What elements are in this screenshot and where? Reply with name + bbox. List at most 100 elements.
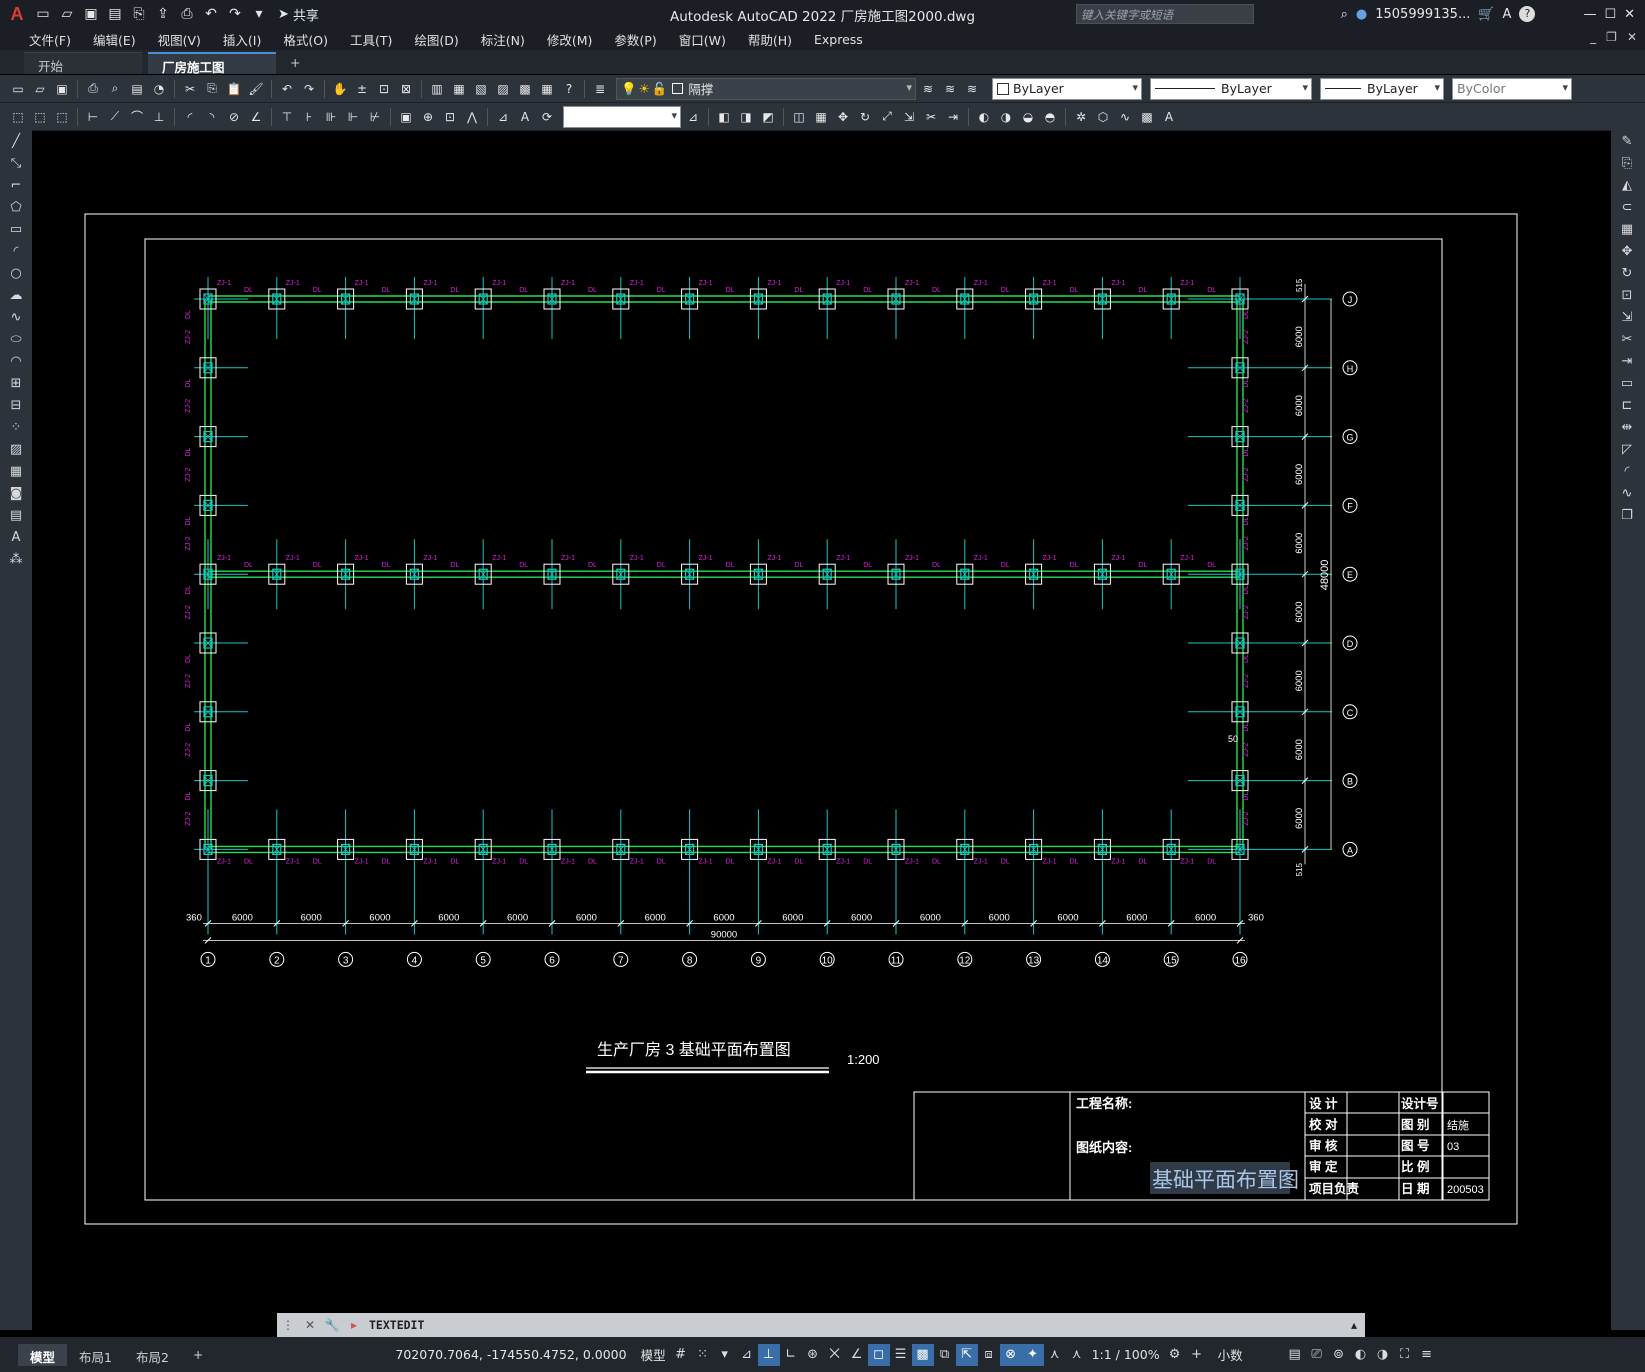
- extend-icon[interactable]: ⇥: [1611, 350, 1643, 372]
- zoom-window-icon[interactable]: ⊡: [374, 79, 394, 99]
- user-icon[interactable]: ●: [1356, 7, 1367, 22]
- search-input[interactable]: 键入关键字或短语: [1076, 4, 1254, 24]
- edit-hatch-icon[interactable]: ▩: [1137, 107, 1157, 127]
- point-icon[interactable]: ⁘: [0, 416, 32, 438]
- make-block-icon[interactable]: ⊟: [0, 394, 32, 416]
- dim-style-dropdown[interactable]: [563, 105, 681, 128]
- model-space-toggle[interactable]: 模型: [637, 1345, 670, 1364]
- selection-cycling-icon[interactable]: ⧉: [934, 1344, 956, 1366]
- dynamic-ucs-icon[interactable]: ⧈: [978, 1344, 1000, 1366]
- dim-arc-icon[interactable]: ⌒: [127, 107, 147, 127]
- join-icon[interactable]: ◑: [996, 107, 1016, 127]
- qnew-icon[interactable]: ▭: [8, 79, 28, 99]
- explode-icon[interactable]: ❐: [1611, 504, 1643, 526]
- command-text[interactable]: TEXTEDIT: [369, 1318, 424, 1332]
- dim-jogged-icon[interactable]: ◝: [202, 107, 222, 127]
- revision-cloud-icon[interactable]: ☁: [0, 284, 32, 306]
- user-name[interactable]: 1505999135...: [1375, 7, 1470, 22]
- doc-minimize-icon[interactable]: _: [1590, 30, 1596, 44]
- search-icon[interactable]: ⌕: [1341, 7, 1348, 22]
- ellipse-arc-icon[interactable]: ◠: [0, 350, 32, 372]
- tab-start[interactable]: 开始: [24, 52, 142, 74]
- auto-scale-icon[interactable]: ⋏: [1066, 1344, 1088, 1366]
- calculator-icon[interactable]: ▦: [537, 79, 557, 99]
- plotstyle-dropdown[interactable]: ByColor: [1452, 77, 1572, 100]
- break-icon[interactable]: ◐: [974, 107, 994, 127]
- scale-icon[interactable]: ⊡: [1611, 284, 1643, 306]
- new-file-icon[interactable]: ▭: [32, 3, 54, 25]
- rectangle-icon[interactable]: ▭: [0, 218, 32, 240]
- spline-icon[interactable]: ∿: [0, 306, 32, 328]
- fillet-icon[interactable]: ◜: [1611, 460, 1643, 482]
- isolate-objects-icon[interactable]: ⊚: [1328, 1344, 1350, 1366]
- array-icon[interactable]: ▦: [1611, 218, 1643, 240]
- ortho-icon[interactable]: ∟: [780, 1344, 802, 1366]
- dim-text-edit-icon[interactable]: A: [515, 107, 535, 127]
- dim-diameter-icon[interactable]: ⊘: [224, 107, 244, 127]
- copy-object-icon[interactable]: ◨: [736, 107, 756, 127]
- autodesk-a360-icon[interactable]: A: [1503, 7, 1512, 22]
- edit-polyline-icon[interactable]: ⬡: [1093, 107, 1113, 127]
- menu-file[interactable]: 文件(F): [18, 30, 82, 49]
- customize-icon[interactable]: 🔧: [321, 1318, 343, 1332]
- menu-view[interactable]: 视图(V): [147, 30, 212, 49]
- menu-dimension[interactable]: 标注(N): [470, 30, 536, 49]
- tab-layout2[interactable]: 布局2: [124, 1344, 181, 1366]
- design-center-icon[interactable]: ▦: [449, 79, 469, 99]
- share-button[interactable]: ➤ 共享: [278, 5, 319, 24]
- lock-ui-icon[interactable]: ⎚: [1306, 1344, 1328, 1366]
- layer-properties-icon[interactable]: ≣: [590, 79, 610, 99]
- match-properties-icon[interactable]: 🖌: [246, 79, 266, 99]
- isodraft-icon[interactable]: ⨉: [824, 1344, 846, 1366]
- layer-previous-icon[interactable]: ≋: [940, 79, 960, 99]
- mirror-icon[interactable]: ◭: [1611, 174, 1643, 196]
- extend-icon[interactable]: ⇥: [943, 107, 963, 127]
- add-layout-button[interactable]: +: [181, 1344, 215, 1366]
- help-icon[interactable]: ?: [559, 79, 579, 99]
- grid-icon[interactable]: #: [670, 1344, 692, 1366]
- redo-icon[interactable]: ↷: [224, 3, 246, 25]
- edit-text-icon[interactable]: A: [1159, 107, 1179, 127]
- tab-model[interactable]: 模型: [18, 1343, 68, 1366]
- quick-dim-icon[interactable]: ⊤: [277, 107, 297, 127]
- 3d-dwf-icon[interactable]: ◔: [149, 79, 169, 99]
- hatch-icon[interactable]: ▨: [0, 438, 32, 460]
- region-icon[interactable]: ◙: [0, 482, 32, 504]
- dim-linear-icon[interactable]: ⊢: [83, 107, 103, 127]
- dim-radius-icon[interactable]: ◜: [180, 107, 200, 127]
- annotation-monitor-icon[interactable]: +: [1186, 1344, 1208, 1366]
- open-file-icon[interactable]: ▱: [56, 3, 78, 25]
- menu-draw[interactable]: 绘图(D): [403, 30, 469, 49]
- annotation-visibility-icon[interactable]: ⋏: [1044, 1344, 1066, 1366]
- center-mark-icon[interactable]: ⊕: [418, 107, 438, 127]
- break-at-point-icon[interactable]: ▭: [1611, 372, 1643, 394]
- save-icon[interactable]: ▣: [52, 79, 72, 99]
- markup-icon[interactable]: ▩: [515, 79, 535, 99]
- new-tab-button[interactable]: +: [282, 52, 308, 74]
- circle-icon[interactable]: ○: [0, 262, 32, 284]
- construction-line-icon[interactable]: ⤡: [0, 152, 32, 174]
- redo-icon[interactable]: ↷: [299, 79, 319, 99]
- jogged-linear-icon[interactable]: ⋀: [462, 107, 482, 127]
- customization-icon[interactable]: ≡: [1416, 1344, 1438, 1366]
- layer-states-icon[interactable]: ≋: [962, 79, 982, 99]
- dim-space-icon[interactable]: ⊩: [343, 107, 363, 127]
- multiline-text-icon[interactable]: A: [0, 526, 32, 548]
- drawing-canvas[interactable]: ZJ-1 DL ZJ-1 DL ZJ-1 DL ZJ-1 DL ZJ-1 DL ZJ-1 DL ZJ-1…: [32, 132, 1611, 1332]
- menu-window[interactable]: 窗口(W): [668, 30, 737, 49]
- zoom-realtime-icon[interactable]: ±: [352, 79, 372, 99]
- erase-icon[interactable]: ◧: [714, 107, 734, 127]
- doc-restore-icon[interactable]: ❐: [1606, 30, 1617, 44]
- offset-icon[interactable]: ⊂: [1611, 196, 1643, 218]
- maximize-icon[interactable]: ☐: [1604, 7, 1616, 22]
- erase-icon[interactable]: ✎: [1611, 130, 1643, 152]
- preview-icon[interactable]: ⌕: [105, 79, 125, 99]
- close-icon[interactable]: ✕: [1624, 7, 1635, 22]
- explode-icon[interactable]: ✲: [1071, 107, 1091, 127]
- dim-continue-icon[interactable]: ⊪: [321, 107, 341, 127]
- drawing-scale[interactable]: 1:200: [847, 1052, 880, 1067]
- arc-icon[interactable]: ◜: [0, 240, 32, 262]
- paste-icon[interactable]: 📋: [224, 79, 244, 99]
- dim-ordinate-icon[interactable]: ⊥: [149, 107, 169, 127]
- drawing-svg[interactable]: ZJ-1 DL ZJ-1 DL ZJ-1 DL ZJ-1 DL ZJ-1 DL ZJ-1 DL ZJ-1…: [32, 132, 1611, 1312]
